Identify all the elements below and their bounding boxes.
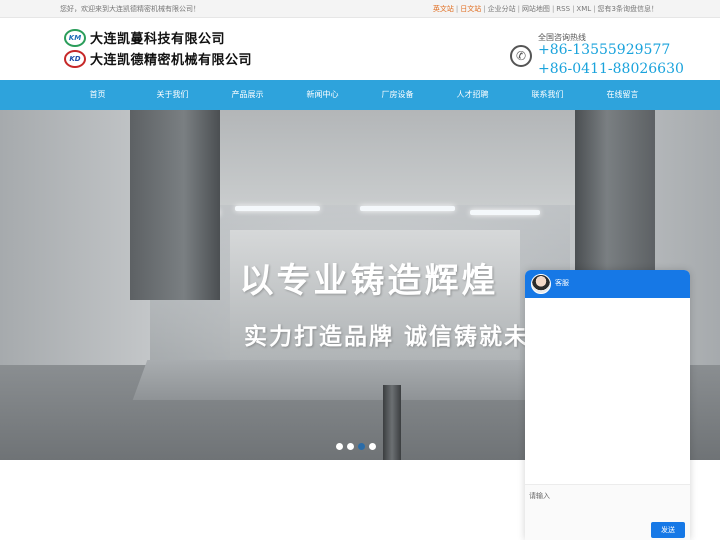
english-site-link[interactable]: 英文站 [433, 5, 454, 13]
nav-item-facilities[interactable]: 厂房设备 [360, 80, 435, 110]
km-logo-icon: KM [64, 28, 86, 47]
page: 您好，欢迎来到大连凯德精密机械有限公司！ 英文站 | 日文站 | 企业分站 | 网站地图 | R… [0, 0, 720, 540]
inquiry-link[interactable]: 您有3条询盘信息！ [598, 5, 658, 13]
chat-input[interactable]: 请输入 发送 [525, 484, 690, 540]
japanese-site-link[interactable]: 日文站 [460, 5, 481, 13]
nav-item-about[interactable]: 关于我们 [135, 80, 210, 110]
logo-kd[interactable]: KD 大连凯德精密机械有限公司 [64, 49, 252, 68]
top-bar: 您好，欢迎来到大连凯德精密机械有限公司！ 英文站 | 日文站 | 企业分站 | 网站地图 | R… [0, 0, 720, 18]
chat-messages [525, 298, 690, 484]
slider-dots [336, 443, 380, 450]
phone-icon: ✆ [510, 45, 532, 67]
logo-km[interactable]: KM 大连凯蔓科技有限公司 [64, 28, 225, 47]
slider-dot[interactable] [358, 443, 365, 450]
welcome-text: 您好，欢迎来到大连凯德精密机械有限公司！ [60, 5, 200, 13]
slider-dot[interactable] [336, 443, 343, 450]
send-button[interactable]: 发送 [651, 522, 685, 538]
slider-dot[interactable] [369, 443, 376, 450]
sitemap-link[interactable]: 网站地图 [522, 5, 550, 13]
chat-input-placeholder: 请输入 [529, 492, 550, 500]
xml-link[interactable]: XML [576, 5, 591, 13]
nav-item-news[interactable]: 新闻中心 [285, 80, 360, 110]
nav-item-home[interactable]: 首页 [60, 80, 135, 110]
phone-number-mobile[interactable]: +86-13555929577 [538, 42, 670, 58]
hotline: ✆ 全国咨询热线 +86-13555929577 +86-0411-880266… [510, 31, 684, 81]
banner-light [470, 210, 540, 215]
banner-light [235, 206, 320, 211]
chat-widget: 客服 请输入 发送 [525, 270, 690, 540]
nav-item-products[interactable]: 产品展示 [210, 80, 285, 110]
agent-avatar [531, 274, 551, 294]
slider-dot[interactable] [347, 443, 354, 450]
company-name-km: 大连凯蔓科技有限公司 [90, 32, 226, 47]
company-name-kd: 大连凯德精密机械有限公司 [90, 53, 253, 68]
rss-link[interactable]: RSS [556, 5, 570, 13]
chat-title: 客服 [555, 279, 569, 287]
header: KM 大连凯蔓科技有限公司 KD 大连凯德精密机械有限公司 ✆ 全国咨询热线 +… [0, 19, 720, 80]
nav-item-careers[interactable]: 人才招聘 [435, 80, 510, 110]
banner-light [360, 206, 455, 211]
phone-number-landline[interactable]: +86-0411-88026630 [538, 61, 684, 77]
chat-header[interactable]: 客服 [525, 270, 690, 298]
main-nav: 首页 关于我们 产品展示 新闻中心 厂房设备 人才招聘 联系我们 在线留言 [0, 80, 720, 110]
machine-table-top [132, 360, 588, 400]
branch-site-link[interactable]: 企业分站 [488, 5, 516, 13]
kd-logo-icon: KD [64, 49, 86, 68]
nav-item-contact[interactable]: 联系我们 [510, 80, 585, 110]
top-links: 英文站 | 日文站 | 企业分站 | 网站地图 | RSS | XML | 您有3条询盘信息！ [432, 5, 658, 13]
banner-ceiling [215, 110, 575, 205]
machine-spindle [383, 385, 401, 460]
nav-item-message[interactable]: 在线留言 [585, 80, 660, 110]
